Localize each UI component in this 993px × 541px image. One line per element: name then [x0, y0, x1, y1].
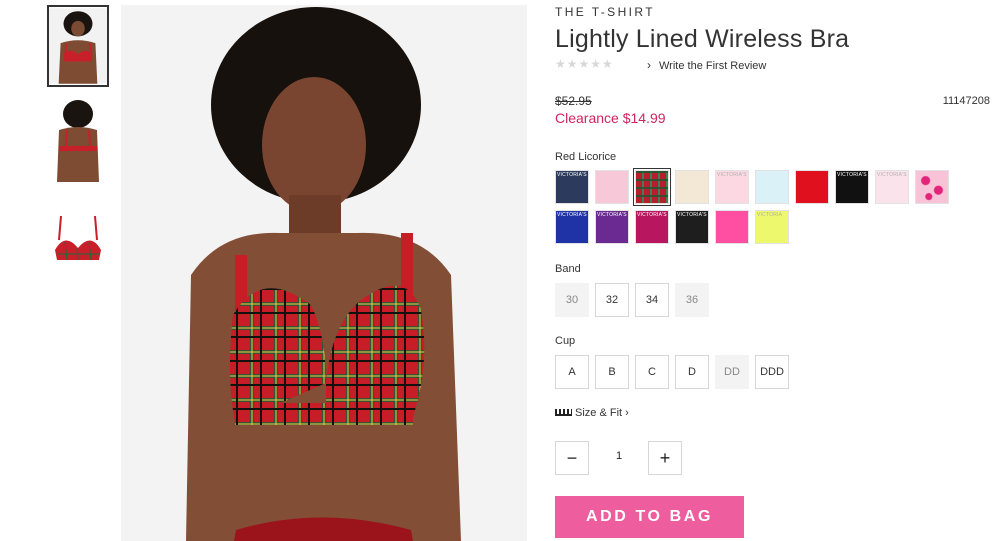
thumbnail-back[interactable]: [47, 96, 109, 186]
color-swatch-navy-gold-logo[interactable]: VICTORIA'S: [555, 170, 589, 204]
color-swatch-black[interactable]: VICTORIA'S SECRET: [675, 210, 709, 244]
plus-icon: +: [659, 447, 671, 468]
swatch-text: VICTORIA'S: [717, 172, 747, 178]
cup-size-d[interactable]: D: [675, 355, 709, 389]
color-swatch-pink-script[interactable]: [595, 170, 629, 204]
collection-label: THE T-SHIRT: [555, 5, 655, 19]
cup-size-c[interactable]: C: [635, 355, 669, 389]
quantity-decrease-button[interactable]: −: [555, 441, 589, 475]
color-swatch-pink-lips[interactable]: [915, 170, 949, 204]
cup-size-dd[interactable]: DD: [715, 355, 749, 389]
color-swatch-pale-pink-logo[interactable]: VICTORIA'S: [875, 170, 909, 204]
add-to-bag-button[interactable]: ADD TO BAG: [555, 496, 744, 538]
main-product-image: [121, 5, 527, 541]
write-review-link[interactable]: › Write the First Review: [647, 58, 766, 72]
color-swatch-royal-blue-logo[interactable]: VICTORIA'S: [555, 210, 589, 244]
ruler-icon: [555, 409, 572, 416]
color-swatch-cream-print[interactable]: [675, 170, 709, 204]
chevron-right-icon: ›: [625, 407, 629, 419]
cup-size-b[interactable]: B: [595, 355, 629, 389]
size-fit-link[interactable]: Size & Fit ›: [555, 407, 629, 419]
color-label: Red Licorice: [555, 151, 617, 163]
cup-size-ddd[interactable]: DDD: [755, 355, 789, 389]
color-swatch-red-licorice-plaid[interactable]: [633, 168, 671, 206]
band-size-32[interactable]: 32: [595, 283, 629, 317]
swatch-text: VICTORIA'S SECRET: [677, 212, 708, 218]
thumbnail-product-image: [47, 210, 109, 268]
product-title: Lightly Lined Wireless Bra: [555, 25, 850, 53]
product-sku: 11147208: [942, 95, 990, 107]
color-swatch-light-blue[interactable]: [755, 170, 789, 204]
color-swatch-berry[interactable]: VICTORIA'S: [635, 210, 669, 244]
original-price: $52.95: [555, 94, 592, 108]
color-swatch-purple[interactable]: VICTORIA'S: [595, 210, 629, 244]
size-fit-label: Size & Fit: [575, 407, 623, 419]
swatch-text: VICTORIA'S: [557, 172, 587, 178]
band-label: Band: [555, 263, 581, 275]
star-rating: ★★★★★: [555, 57, 614, 71]
cup-size-a[interactable]: A: [555, 355, 589, 389]
swatch-text: VICTORIA'S: [837, 172, 867, 178]
thumbnail-front-image: [49, 8, 107, 84]
minus-icon: −: [566, 447, 578, 468]
color-swatch-red[interactable]: [795, 170, 829, 204]
swatch-text: VICTORIA'S: [877, 172, 907, 178]
band-size-34[interactable]: 34: [635, 283, 669, 317]
band-size-36[interactable]: 36: [675, 283, 709, 317]
quantity-increase-button[interactable]: +: [648, 441, 682, 475]
color-swatch-lime[interactable]: VICTORIA: [755, 210, 789, 244]
chevron-right-icon: ›: [647, 58, 651, 72]
swatch-text: VICTORIA'S: [557, 212, 587, 218]
thumbnail-back-image: [47, 96, 109, 186]
write-review-label: Write the First Review: [659, 60, 767, 72]
thumbnail-front[interactable]: [47, 5, 109, 87]
cup-label: Cup: [555, 335, 576, 347]
color-swatch-light-pink-logo[interactable]: VICTORIA'S: [715, 170, 749, 204]
color-swatch-hot-pink[interactable]: [715, 210, 749, 244]
band-size-30[interactable]: 30: [555, 283, 589, 317]
sale-price: Clearance $14.99: [555, 110, 666, 126]
quantity-value[interactable]: 1: [612, 450, 626, 462]
swatch-text: VICTORIA'S: [637, 212, 667, 218]
swatch-text: VICTORIA'S: [597, 212, 627, 218]
swatch-text: VICTORIA: [757, 212, 783, 218]
color-swatch-black-logo[interactable]: VICTORIA'S: [835, 170, 869, 204]
thumbnail-product[interactable]: [47, 210, 109, 268]
